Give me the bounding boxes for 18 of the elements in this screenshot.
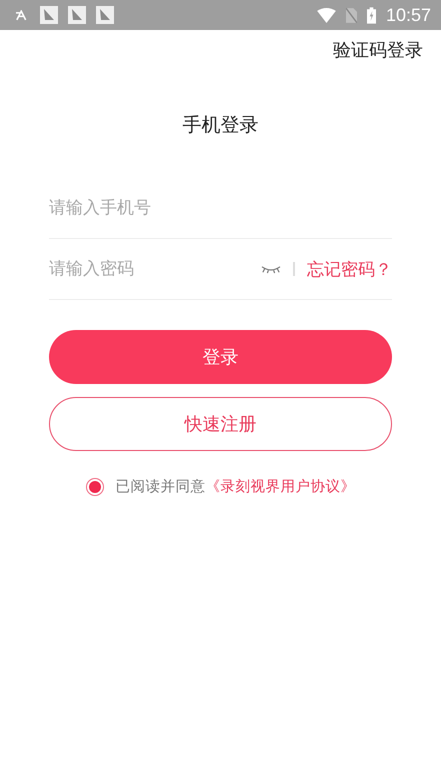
notification-icon <box>40 6 58 24</box>
notification-icon <box>96 6 114 24</box>
clock-time: 10:57 <box>386 4 431 26</box>
agree-radio[interactable] <box>86 478 104 496</box>
wifi-icon <box>316 8 336 22</box>
forgot-password-link[interactable]: 忘记密码？ <box>307 258 392 280</box>
sms-code-login-link[interactable]: 验证码登录 <box>333 38 423 62</box>
notification-icon <box>68 6 86 24</box>
agreement-text: 已阅读并同意《录刻视界用户协议》 <box>116 478 356 496</box>
login-button[interactable]: 登录 <box>49 330 392 384</box>
closed-eye-icon[interactable] <box>261 264 281 274</box>
phone-input-field[interactable]: 请输入手机号 <box>49 198 392 218</box>
password-input-field[interactable]: 请输入密码 <box>49 259 261 279</box>
battery-charging-icon <box>366 6 376 24</box>
register-button[interactable]: 快速注册 <box>49 397 392 451</box>
no-sim-icon <box>346 8 357 22</box>
page-title: 手机登录 <box>182 113 260 138</box>
user-agreement-link[interactable]: 《录刻视界用户协议》 <box>206 479 356 495</box>
